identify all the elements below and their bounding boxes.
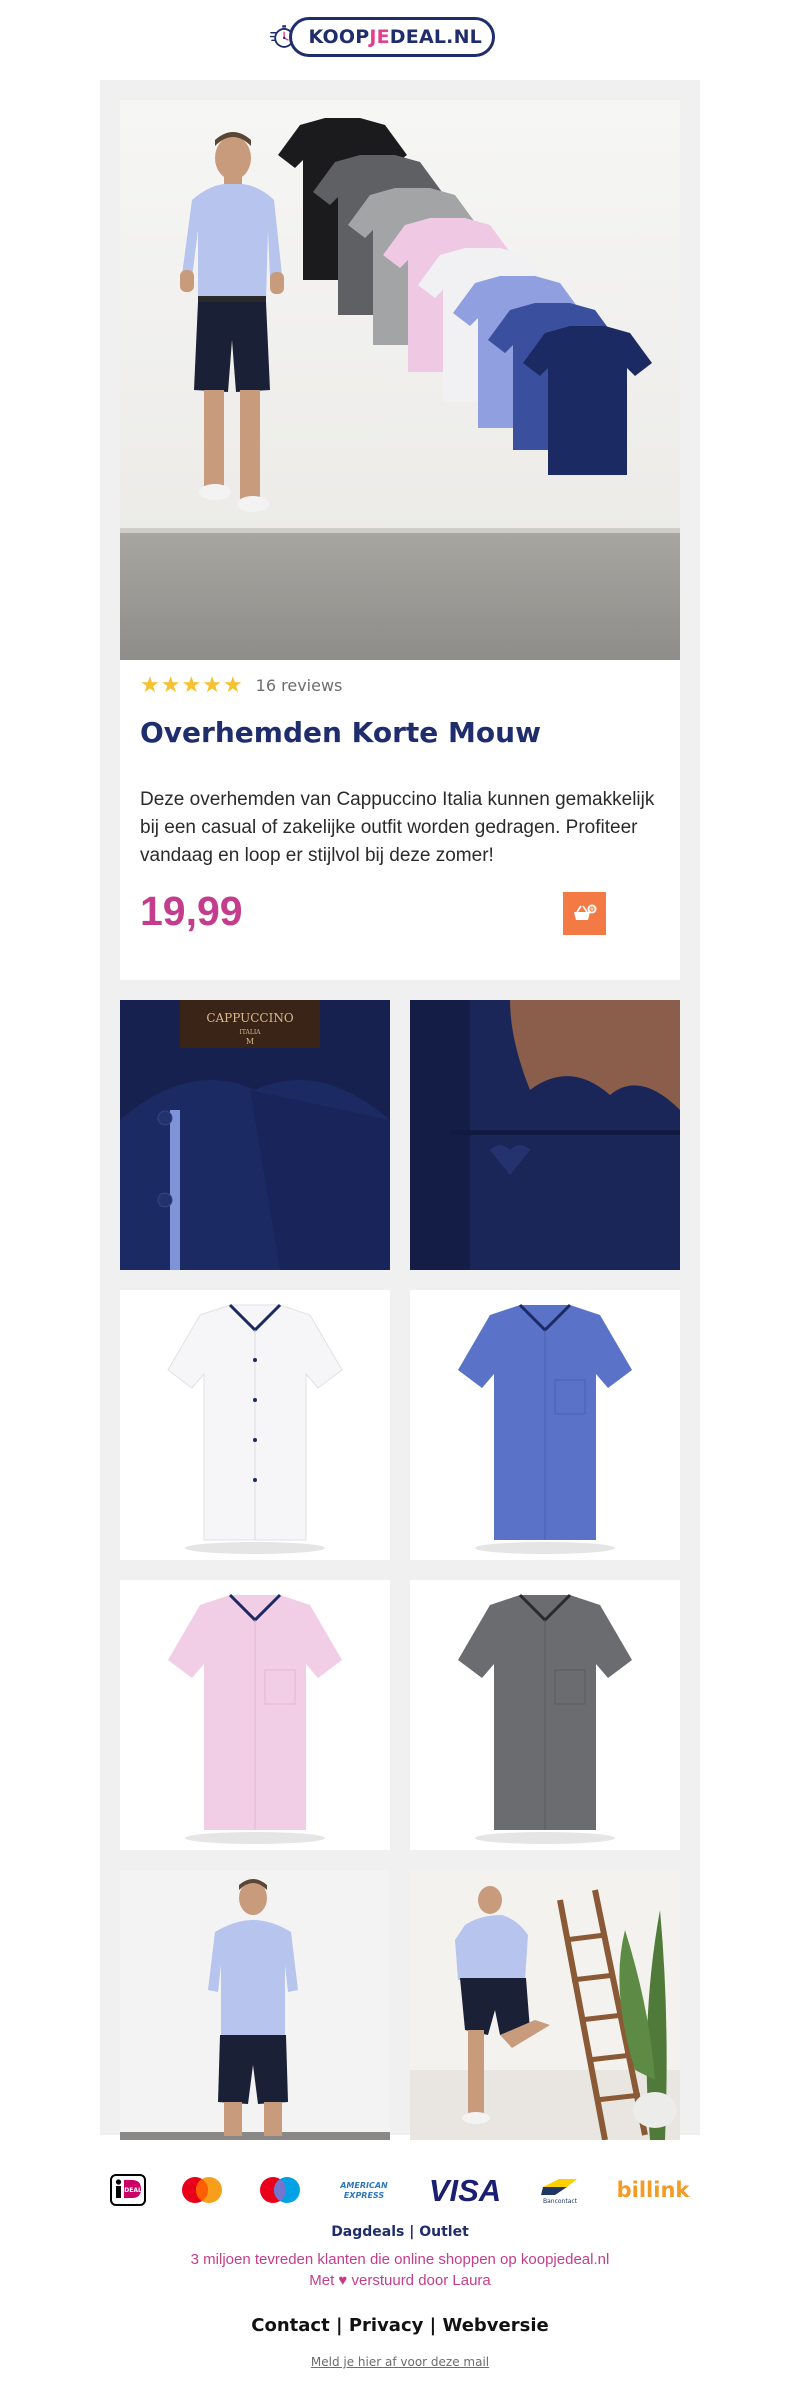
- detail-collar-image[interactable]: CAPPUCCINO ITALIA M: [120, 1000, 390, 1270]
- product-card: ★ ★ ★ ★ ★ 16 reviews Overhemden Korte Mo…: [120, 100, 680, 980]
- footer-nav-separator: |: [409, 2224, 415, 2240]
- logo-text-deal: DEAL.NL: [389, 26, 482, 48]
- collar-label-size: M: [246, 1037, 254, 1046]
- footer-links-separator: |: [429, 2315, 437, 2336]
- sender-prefix: Met: [309, 2272, 335, 2289]
- content-panel: ★ ★ ★ ★ ★ 16 reviews Overhemden Korte Mo…: [100, 80, 700, 2140]
- cart-icon: [573, 904, 596, 920]
- ideal-logo: iDEAL: [110, 2170, 146, 2210]
- footer-links: Contact | Privacy | Webversie: [0, 2315, 800, 2336]
- footer-tagline: 3 miljoen tevreden klanten die online sh…: [190, 2251, 610, 2268]
- amex-text-2: EXPRESS: [344, 2191, 385, 2200]
- logo-text-je: JE: [369, 26, 390, 48]
- footer-links-separator: |: [335, 2315, 343, 2336]
- reviews-count[interactable]: 16 reviews: [256, 676, 343, 695]
- detail-pocket-image[interactable]: [410, 1000, 680, 1270]
- shirt-blue-image[interactable]: [410, 1290, 680, 1560]
- unsubscribe-link[interactable]: Meld je hier af voor deze mail: [311, 2355, 489, 2369]
- model-ladder-image[interactable]: [410, 1870, 680, 2140]
- footer-nav: Dagdeals | Outlet: [0, 2224, 800, 2240]
- visa-logo: VISA: [425, 2170, 505, 2210]
- footer-link-dagdeals[interactable]: Dagdeals: [331, 2224, 404, 2240]
- rating: ★ ★ ★ ★ ★ 16 reviews: [140, 673, 342, 697]
- hero-product-image[interactable]: [120, 100, 680, 660]
- star-icon: ★: [202, 672, 222, 697]
- email-header: KOOP JE DEAL.NL: [0, 0, 800, 80]
- star-icon: ★: [222, 672, 243, 697]
- product-title[interactable]: Overhemden Korte Mouw: [140, 716, 541, 749]
- shirt-grey-image[interactable]: [410, 1580, 680, 1850]
- payment-methods: iDEAL AMERICAN EXPRESS VISA Bancontact b…: [110, 2165, 690, 2215]
- mastercard-logo: [179, 2170, 225, 2210]
- collar-label-sub: ITALIA: [239, 1029, 261, 1036]
- shirt-white-image[interactable]: [120, 1290, 390, 1560]
- footer-link-outlet[interactable]: Outlet: [419, 2224, 469, 2240]
- heart-icon: ♥: [338, 2272, 348, 2289]
- footer-link-contact[interactable]: Contact: [251, 2315, 329, 2336]
- ideal-text: iDEAL: [122, 2187, 142, 2194]
- model-studio-image[interactable]: [120, 1870, 390, 2140]
- footer-link-webversie[interactable]: Webversie: [443, 2315, 549, 2336]
- unsubscribe-row: Meld je hier af voor deze mail: [0, 2355, 800, 2369]
- billink-logo: billink: [616, 2170, 690, 2210]
- collar-label-brand: CAPPUCCINO: [206, 1011, 294, 1025]
- bancontact-logo: Bancontact: [537, 2170, 583, 2210]
- visa-text: VISA: [428, 2174, 500, 2206]
- star-icon: ★: [181, 672, 202, 697]
- logo-wordmark: KOOP JE DEAL.NL: [289, 17, 495, 57]
- footer-link-privacy[interactable]: Privacy: [349, 2315, 424, 2336]
- amex-logo: AMERICAN EXPRESS: [336, 2170, 392, 2210]
- star-icon: ★: [160, 672, 181, 697]
- shirt-pink-image[interactable]: [120, 1580, 390, 1850]
- footer-sender: Met ♥ verstuurd door Laura: [0, 2272, 800, 2289]
- logo-text-koop: KOOP: [308, 26, 370, 48]
- billink-text: billink: [617, 2178, 690, 2202]
- bancontact-text: Bancontact: [543, 2198, 578, 2205]
- sender-suffix: verstuurd door Laura: [351, 2272, 491, 2289]
- amex-text-1: AMERICAN: [339, 2181, 388, 2190]
- product-description: Deze overhemden van Cappuccino Italia ku…: [140, 789, 655, 866]
- maestro-logo: [257, 2170, 303, 2210]
- koopjedeal-logo[interactable]: KOOP JE DEAL.NL: [270, 10, 495, 64]
- add-to-cart-button[interactable]: [563, 892, 606, 935]
- star-icon: ★: [140, 672, 160, 697]
- product-price: 19,99: [140, 888, 243, 934]
